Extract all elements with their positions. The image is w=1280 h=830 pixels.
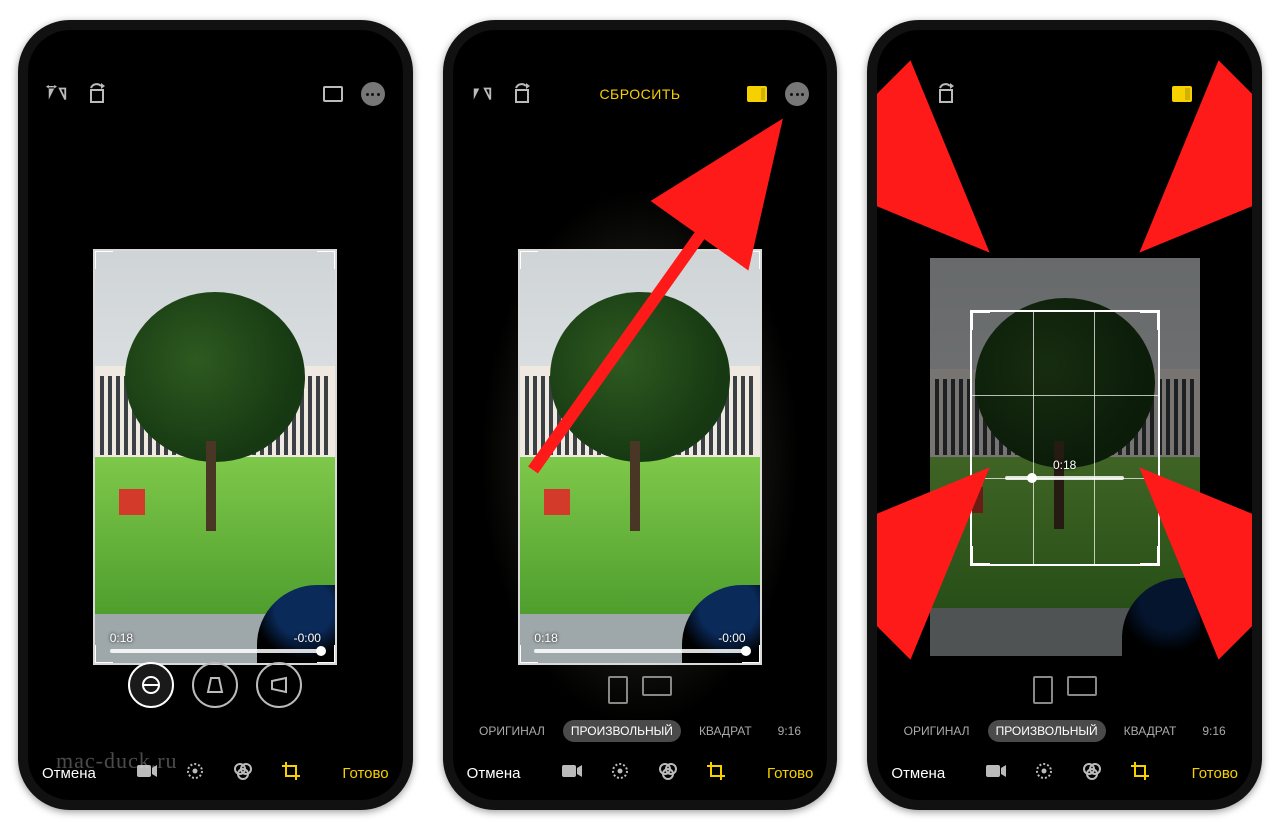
- crop-handle-tl[interactable]: [518, 249, 538, 269]
- perspective-horizontal-button[interactable]: [256, 662, 302, 708]
- phone-row: 0:18 -0:00: [0, 0, 1280, 830]
- done-button[interactable]: Готово: [1192, 765, 1238, 782]
- crop-frame[interactable]: 0:18 -0:00: [93, 249, 337, 665]
- mode-tabs: [985, 760, 1151, 786]
- flip-horizontal-icon[interactable]: [46, 83, 68, 105]
- perspective-vertical-button[interactable]: [192, 662, 238, 708]
- crop-tab-icon[interactable]: [705, 760, 727, 786]
- flip-horizontal-icon[interactable]: [471, 83, 493, 105]
- crop-handle-tr[interactable]: [742, 249, 762, 269]
- phone-mockup-3: 0:18 ОРИГИНАЛ ПРОИЗВОЛЬНЫЙ КВАДРАТ 9:16: [867, 20, 1262, 810]
- crop-grid[interactable]: 0:18: [970, 310, 1160, 566]
- ratio-option[interactable]: 9:16: [770, 720, 809, 742]
- straighten-button[interactable]: [128, 662, 174, 708]
- scrub-start-time: 0:18: [534, 631, 557, 645]
- reset-button[interactable]: СБРОСИТЬ: [599, 86, 680, 102]
- phone-mockup-2: СБРОСИТЬ 0:18: [443, 20, 838, 810]
- ratio-option-selected[interactable]: ПРОИЗВОЛЬНЫЙ: [988, 720, 1106, 742]
- ratio-option[interactable]: 9:16: [1194, 720, 1233, 742]
- crop-handle-bl[interactable]: [970, 546, 990, 566]
- crop-frame[interactable]: 0:18 -0:00: [518, 249, 762, 665]
- ratio-option[interactable]: КВАДРАТ: [691, 720, 760, 742]
- rotate-icon[interactable]: [511, 83, 533, 105]
- scrub-handle[interactable]: [741, 646, 751, 656]
- aspect-ratio-icon[interactable]: [1172, 86, 1192, 102]
- aspect-ratio-scroller[interactable]: ОРИГИНАЛ ПРОИЗВОЛЬНЫЙ КВАДРАТ 9:16: [877, 720, 1252, 742]
- more-icon[interactable]: [361, 82, 385, 106]
- adjust-tab-icon[interactable]: [609, 760, 631, 786]
- aspect-ratio-icon[interactable]: [323, 86, 343, 102]
- orientation-presets: [453, 676, 828, 704]
- adjust-tab-icon[interactable]: [184, 760, 206, 786]
- adjust-tab-icon[interactable]: [1033, 760, 1055, 786]
- done-button[interactable]: Готово: [767, 765, 813, 782]
- media-canvas[interactable]: 0:18 ОРИГИНАЛ ПРОИЗВОЛЬНЫЙ КВАДРАТ 9:16: [877, 114, 1252, 800]
- crop-tab-icon[interactable]: [280, 760, 302, 786]
- editor-screen: 0:18 ОРИГИНАЛ ПРОИЗВОЛЬНЫЙ КВАДРАТ 9:16: [877, 30, 1252, 800]
- watermark: mac-duck.ru: [56, 748, 178, 774]
- scrub-handle[interactable]: [316, 646, 326, 656]
- video-scrubber[interactable]: 0:18: [1005, 458, 1124, 480]
- aspect-ratio-icon[interactable]: [747, 86, 767, 102]
- scrub-handle[interactable]: [1027, 473, 1037, 483]
- cancel-button[interactable]: Отмена: [467, 765, 521, 782]
- crop-handle-tr[interactable]: [1140, 310, 1160, 330]
- aspect-ratio-scroller[interactable]: ОРИГИНАЛ ПРОИЗВОЛЬНЫЙ КВАДРАТ 9:16: [453, 720, 828, 742]
- mode-tabs: [561, 760, 727, 786]
- orientation-presets: [877, 676, 1252, 704]
- editor-screen: СБРОСИТЬ 0:18: [453, 30, 828, 800]
- phone-notch: [120, 30, 310, 58]
- crop-handle-br[interactable]: [1140, 546, 1160, 566]
- video-tab-icon[interactable]: [561, 763, 583, 783]
- straighten-controls: [28, 662, 403, 708]
- video-scrubber[interactable]: 0:18 -0:00: [534, 631, 745, 653]
- media-canvas[interactable]: 0:18 -0:00: [28, 114, 403, 800]
- orientation-portrait-button[interactable]: [1033, 676, 1053, 704]
- more-icon[interactable]: [785, 82, 809, 106]
- editor-screen: 0:18 -0:00: [28, 30, 403, 800]
- video-frame[interactable]: 0:18: [930, 258, 1200, 656]
- video-tab-icon[interactable]: [985, 763, 1007, 783]
- angle-ruler[interactable]: [42, 718, 389, 742]
- video-scrubber[interactable]: 0:18 -0:00: [110, 631, 321, 653]
- bottom-toolbar: Отмена Готово: [453, 760, 828, 786]
- cancel-button[interactable]: Отмена: [891, 765, 945, 782]
- scrub-start-time: 0:18: [110, 631, 133, 645]
- crop-handle-tr[interactable]: [317, 249, 337, 269]
- done-button[interactable]: Готово: [342, 765, 388, 782]
- scrub-end-time: -0:00: [294, 631, 321, 645]
- orientation-landscape-button[interactable]: [1067, 676, 1097, 696]
- crop-tab-icon[interactable]: [1129, 760, 1151, 786]
- filters-tab-icon[interactable]: [1081, 760, 1103, 786]
- crop-handle-tl[interactable]: [93, 249, 113, 269]
- more-icon[interactable]: [1210, 82, 1234, 106]
- scrub-end-time: -0:00: [718, 631, 745, 645]
- phone-mockup-1: 0:18 -0:00: [18, 20, 413, 810]
- media-canvas[interactable]: 0:18 -0:00 ОРИГИНАЛ ПРОИЗВОЛЬНЫЙ КВАДРАТ…: [453, 114, 828, 800]
- orientation-landscape-button[interactable]: [642, 676, 672, 696]
- scrub-start-time: 0:18: [1053, 458, 1076, 472]
- ratio-option[interactable]: ОРИГИНАЛ: [896, 720, 978, 742]
- rotate-icon[interactable]: [86, 83, 108, 105]
- ratio-option-selected[interactable]: ПРОИЗВОЛЬНЫЙ: [563, 720, 681, 742]
- flip-horizontal-icon[interactable]: [895, 83, 917, 105]
- bottom-toolbar: Отмена Готово: [877, 760, 1252, 786]
- filters-tab-icon[interactable]: [232, 760, 254, 786]
- phone-notch: [545, 30, 735, 58]
- crop-handle-tl[interactable]: [970, 310, 990, 330]
- phone-notch: [970, 30, 1160, 58]
- filters-tab-icon[interactable]: [657, 760, 679, 786]
- ratio-option[interactable]: КВАДРАТ: [1116, 720, 1185, 742]
- ratio-option[interactable]: ОРИГИНАЛ: [471, 720, 553, 742]
- orientation-portrait-button[interactable]: [608, 676, 628, 704]
- rotate-icon[interactable]: [935, 83, 957, 105]
